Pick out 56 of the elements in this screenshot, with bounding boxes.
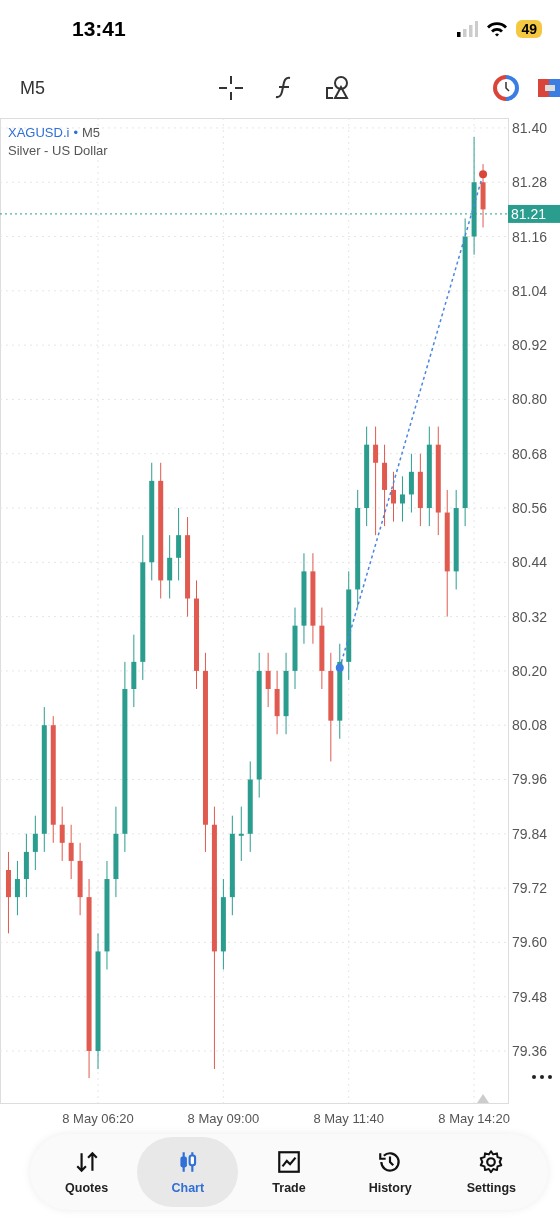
timeframe-button[interactable]: M5 [20, 77, 218, 99]
price-tick-label: 80.68 [512, 445, 548, 462]
crosshair-icon[interactable] [218, 75, 244, 101]
nav-tab[interactable]: Settings [440, 1137, 542, 1207]
price-tick-label: 80.56 [512, 500, 548, 516]
price-tick-label: 80.80 [512, 391, 548, 408]
price-tick-label: 80.32 [512, 608, 548, 625]
symbol-name: XAGUSD.i [8, 125, 70, 140]
time-tick-label: 8 May 14:20 [438, 1111, 510, 1126]
ref-line-label: 81.21 [511, 205, 547, 222]
price-tick-label: 81.16 [512, 228, 548, 245]
candlestick [373, 426, 379, 536]
candlestick [238, 806, 244, 862]
price-tick-label: 79.36 [512, 1042, 548, 1059]
price-tick-label: 80.20 [512, 662, 548, 679]
time-tick-label: 8 May 06:20 [62, 1111, 134, 1126]
chart-timeframe: M5 [81, 125, 101, 140]
nav-tab[interactable]: Trade [238, 1137, 340, 1207]
nav-tab[interactable]: Quotes [36, 1137, 138, 1207]
nav-tab[interactable]: History [339, 1137, 441, 1207]
price-tick-label: 80.44 [512, 554, 548, 571]
time-tick-label: 8 May 09:00 [187, 1111, 260, 1126]
time-tick-label: 8 May 11:40 [313, 1111, 385, 1126]
price-tick-label: 79.60 [512, 934, 548, 951]
symbol-description: Silver - US Dollar [8, 142, 108, 160]
candlestick [265, 652, 271, 708]
price-tick-label: 79.72 [512, 880, 548, 897]
price-tick-label: 79.84 [512, 825, 548, 842]
shapes-icon[interactable] [324, 75, 350, 101]
candlestick [408, 453, 414, 514]
settings-icon [478, 1149, 505, 1175]
signal-icon [456, 21, 479, 37]
wifi-icon [486, 21, 509, 37]
separator-dot: • [73, 125, 78, 140]
price-tick-label: 81.04 [512, 282, 548, 299]
candlestick [176, 507, 182, 581]
candlestick [399, 475, 405, 523]
candlestick [14, 860, 20, 916]
candlestick [391, 471, 397, 523]
candlestick [68, 824, 74, 880]
price-tick-label: 79.48 [512, 988, 548, 1005]
line-chart-icon [276, 1149, 302, 1175]
battery-level: 49 [516, 20, 542, 38]
current-price-tag: 81.21 [508, 204, 560, 223]
price-tick-label: 79.96 [512, 771, 548, 788]
nav-tab[interactable]: Chart [137, 1137, 239, 1207]
candlestick [59, 806, 65, 862]
price-tick-label: 81.28 [512, 174, 548, 191]
scroll-marker-icon[interactable] [477, 1094, 490, 1103]
price-tick-label: 80.08 [512, 717, 548, 734]
clock-time: 13:41 [72, 17, 126, 41]
price-tick-label: 81.40 [512, 119, 548, 136]
more-icon[interactable] [532, 1075, 552, 1079]
candlestick [32, 815, 38, 871]
price-tick-label: 80.92 [512, 337, 548, 354]
candlestick [167, 534, 173, 600]
